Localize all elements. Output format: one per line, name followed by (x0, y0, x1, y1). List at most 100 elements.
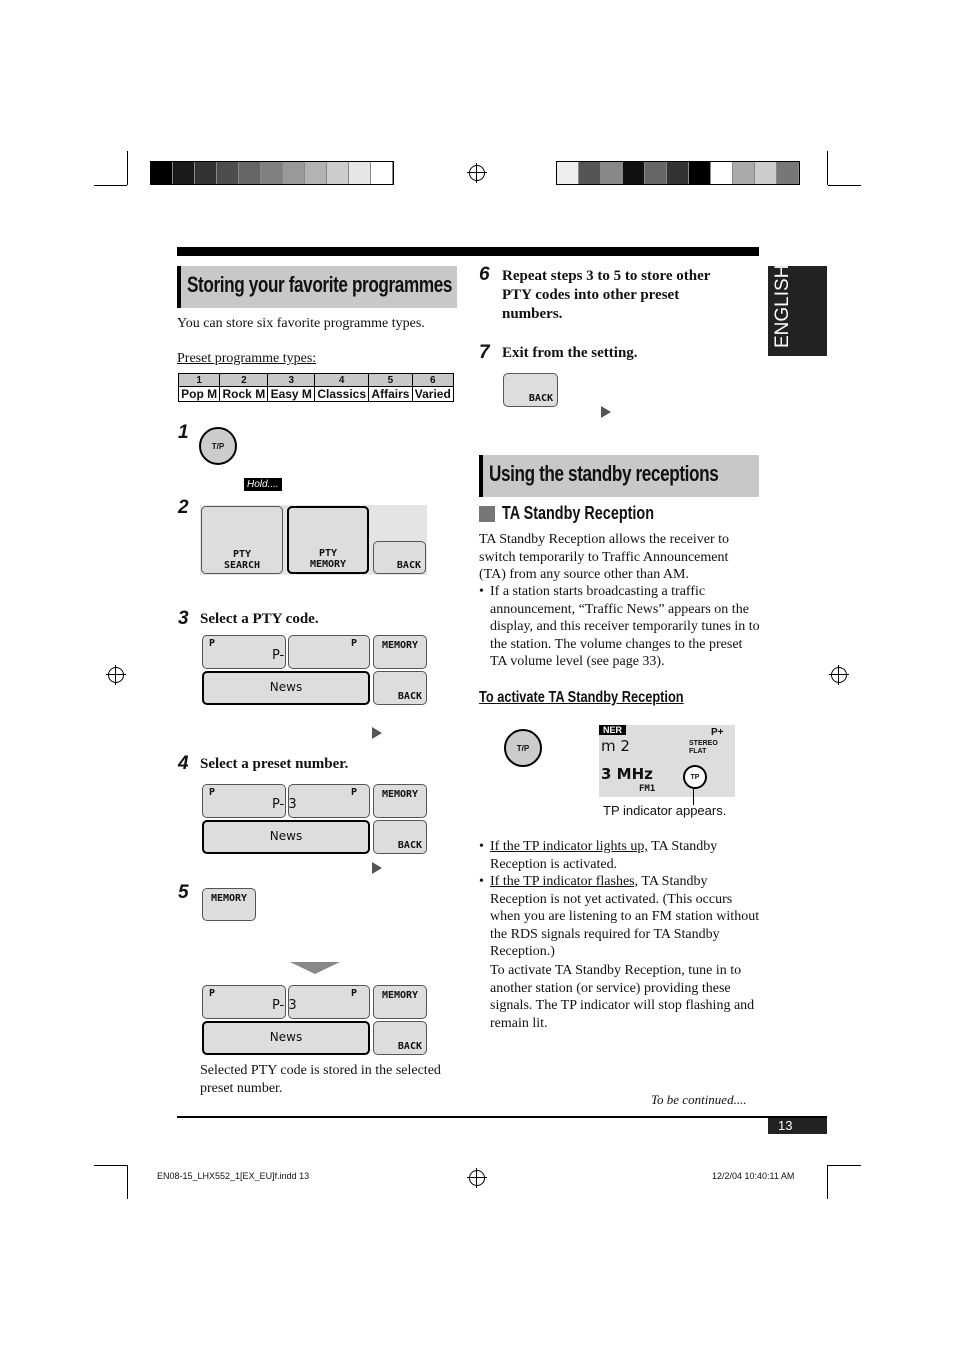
pty-search-button[interactable]: PTY SEARCH (201, 506, 283, 574)
arrow-icon (372, 727, 382, 739)
color-swatch (239, 162, 261, 184)
crop-mark (94, 1165, 127, 1166)
crop-mark (828, 185, 861, 186)
arrow-icon (601, 406, 611, 418)
back-button[interactable]: BACK (373, 1021, 427, 1055)
tp-button[interactable]: T/P (504, 729, 542, 767)
color-swatch (173, 162, 195, 184)
step-number: 1 (178, 422, 189, 443)
preset-type: Classics (314, 386, 370, 402)
preset-table: 1 2 3 4 5 6 Pop M Rock M Easy M Classics Affairs Va… (177, 373, 455, 402)
color-swatch (283, 162, 305, 184)
activate-instructions: To activate TA Standby Reception, tune i… (490, 963, 755, 1031)
preset-display: P- 3 (272, 998, 297, 1013)
crop-mark (827, 1165, 828, 1199)
color-swatch (623, 162, 645, 184)
back-button[interactable]: BACK (373, 820, 427, 854)
color-swatch (371, 162, 393, 184)
crop-mark (127, 1165, 128, 1199)
color-swatch (777, 162, 799, 184)
bullet-item: If the TP indicator flashes, TA Standby … (479, 873, 760, 961)
footer-file: EN08-15_LHX552_1[EX_EU]f.indd 13 (157, 1171, 310, 1181)
square-bullet-icon (479, 506, 495, 522)
memory-button[interactable]: MEMORY (373, 635, 427, 669)
step-number: 3 (178, 608, 189, 629)
color-swatch (327, 162, 349, 184)
preset-type: Varied (411, 386, 455, 402)
pty-memory-button[interactable]: PTY MEMORY (287, 506, 369, 574)
top-rule (177, 247, 759, 256)
tp-button[interactable]: T/P (199, 427, 237, 465)
color-swatch (733, 162, 755, 184)
down-arrow-icon (290, 962, 340, 974)
manual-page: ENGLISH Storing your favorite programmes… (0, 0, 954, 1351)
memory-button[interactable]: MEMORY (373, 985, 427, 1019)
color-swatch (601, 162, 623, 184)
bullet-item: If the TP indicator lights up, TA Standb… (479, 838, 760, 873)
registration-mark (467, 1168, 487, 1188)
crop-mark (94, 185, 127, 186)
color-swatch (645, 162, 667, 184)
color-swatch (689, 162, 711, 184)
pty-select-button[interactable]: News (202, 820, 370, 854)
registration-mark (829, 665, 849, 685)
color-swatch (579, 162, 601, 184)
language-tab: ENGLISH (768, 264, 827, 356)
preset-type: Pop M (177, 386, 221, 402)
color-swatch (667, 162, 689, 184)
step-text: Select a preset number. (200, 756, 349, 772)
preset-display: P- (272, 648, 285, 663)
color-swatch (755, 162, 777, 184)
step5-caption: Selected PTY code is stored in the selec… (200, 1063, 441, 1096)
color-swatch (261, 162, 283, 184)
preset-number: 2 (219, 373, 269, 387)
hold-label: Hold.... (244, 478, 282, 491)
step-number: 5 (178, 882, 189, 903)
preset-number: 5 (368, 373, 413, 387)
preset-number: 4 (314, 373, 370, 387)
step-text: Select a PTY code. (200, 611, 319, 627)
registration-mark (467, 163, 487, 183)
preset-type: Rock M (219, 386, 269, 402)
color-swatch (195, 162, 217, 184)
preset-label: Preset programme types: (177, 351, 317, 366)
bottom-rule (177, 1116, 827, 1118)
crop-mark (828, 1165, 861, 1166)
step-number: 7 (479, 342, 490, 363)
registration-mark (106, 665, 126, 685)
memory-button[interactable]: MEMORY (373, 784, 427, 818)
preset-display: P- 3 (272, 797, 297, 812)
preset-number: 6 (411, 373, 455, 387)
memory-button[interactable]: MEMORY (202, 888, 256, 921)
color-swatch (711, 162, 733, 184)
color-swatch (349, 162, 371, 184)
color-swatch (305, 162, 327, 184)
section-title: Storing your favorite programmes (177, 266, 457, 308)
activate-heading: To activate TA Standby Reception (479, 689, 684, 706)
back-button[interactable]: BACK (373, 671, 427, 705)
tuner-display: NER m 2 3 MHz FM1 P+ STEREO FLAT TP (599, 725, 735, 805)
pty-select-button[interactable]: News (202, 671, 370, 705)
color-swatch (217, 162, 239, 184)
preset-number: 3 (267, 373, 316, 387)
bullet-item: If a station starts broadcasting a traff… (479, 583, 760, 671)
preset-number: 1 (177, 373, 221, 387)
pty-select-button[interactable]: News (202, 1021, 370, 1055)
language-label: ENGLISH (772, 264, 793, 348)
footer-date: 12/2/04 10:40:11 AM (712, 1171, 795, 1181)
crop-mark (827, 151, 828, 185)
continued-note: To be continued.... (651, 1092, 747, 1107)
subsection-title: TA Standby Reception (502, 503, 655, 523)
preset-type: Easy M (267, 386, 316, 402)
step-number: 2 (178, 497, 189, 518)
step-number: 6 (479, 264, 490, 285)
preset-type: Affairs (368, 386, 413, 402)
back-button[interactable]: BACK (503, 373, 558, 407)
back-button[interactable]: BACK (373, 541, 426, 574)
color-swatch (557, 162, 579, 184)
color-swatch (151, 162, 173, 184)
crop-mark (127, 151, 128, 185)
color-bar-right (556, 161, 800, 185)
step-number: 4 (178, 753, 189, 774)
arrow-icon (372, 862, 382, 874)
